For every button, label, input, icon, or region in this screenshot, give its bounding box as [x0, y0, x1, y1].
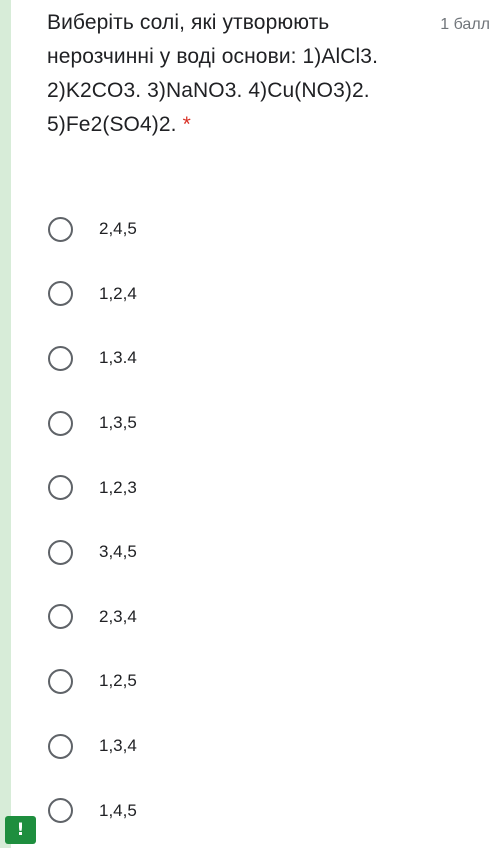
option-label: 2,3,4: [99, 606, 137, 626]
option-item[interactable]: 2,4,5: [48, 197, 468, 262]
radio-unselected-icon[interactable]: [48, 281, 73, 307]
question-title: Виберіть солі, які утворюють нерозчинні …: [47, 6, 417, 142]
option-label: 1,2,3: [99, 477, 137, 497]
option-label: 1,3,4: [99, 736, 137, 756]
question-text: Виберіть солі, які утворюють нерозчинні …: [47, 11, 379, 136]
option-item[interactable]: 3,4,5: [48, 520, 468, 585]
option-label: 3,4,5: [99, 542, 137, 562]
radio-unselected-icon[interactable]: [48, 539, 73, 565]
radio-unselected-icon[interactable]: [48, 604, 73, 630]
option-label: 1,2,4: [99, 283, 137, 303]
points-label: 1 балл: [440, 16, 490, 33]
required-marker: *: [182, 113, 191, 136]
radio-unselected-icon[interactable]: [48, 798, 73, 824]
radio-unselected-icon[interactable]: [48, 733, 73, 759]
option-label: 1,2,5: [99, 671, 137, 691]
option-label: 1,3,5: [99, 413, 137, 433]
option-label: 2,4,5: [99, 219, 137, 239]
form-question-card: Виберіть солі, які утворюють нерозчинні …: [0, 0, 500, 848]
radio-unselected-icon[interactable]: [48, 475, 73, 501]
option-item[interactable]: 1,2,3: [48, 455, 468, 520]
radio-unselected-icon[interactable]: [48, 668, 73, 694]
option-item[interactable]: 1,3.4: [48, 326, 468, 391]
option-label: 1,3.4: [99, 348, 137, 368]
radio-unselected-icon[interactable]: [48, 410, 73, 436]
option-item[interactable]: 1,4,5: [48, 778, 468, 843]
report-button[interactable]: !: [5, 816, 36, 844]
option-item[interactable]: 1,3,4: [48, 714, 468, 779]
options-list: 2,4,5 1,2,4 1,3.4 1,3,5 1,2,3 3,4,5 2,3,…: [48, 197, 468, 843]
option-item[interactable]: 1,2,5: [48, 649, 468, 714]
exclamation-icon: !: [16, 820, 25, 840]
option-item[interactable]: 1,3,5: [48, 391, 468, 456]
option-label: 1,4,5: [99, 800, 137, 820]
card-accent-bar: [0, 0, 11, 848]
radio-unselected-icon[interactable]: [48, 345, 73, 371]
radio-unselected-icon[interactable]: [48, 216, 73, 242]
option-item[interactable]: 1,2,4: [48, 262, 468, 327]
option-item[interactable]: 2,3,4: [48, 585, 468, 650]
